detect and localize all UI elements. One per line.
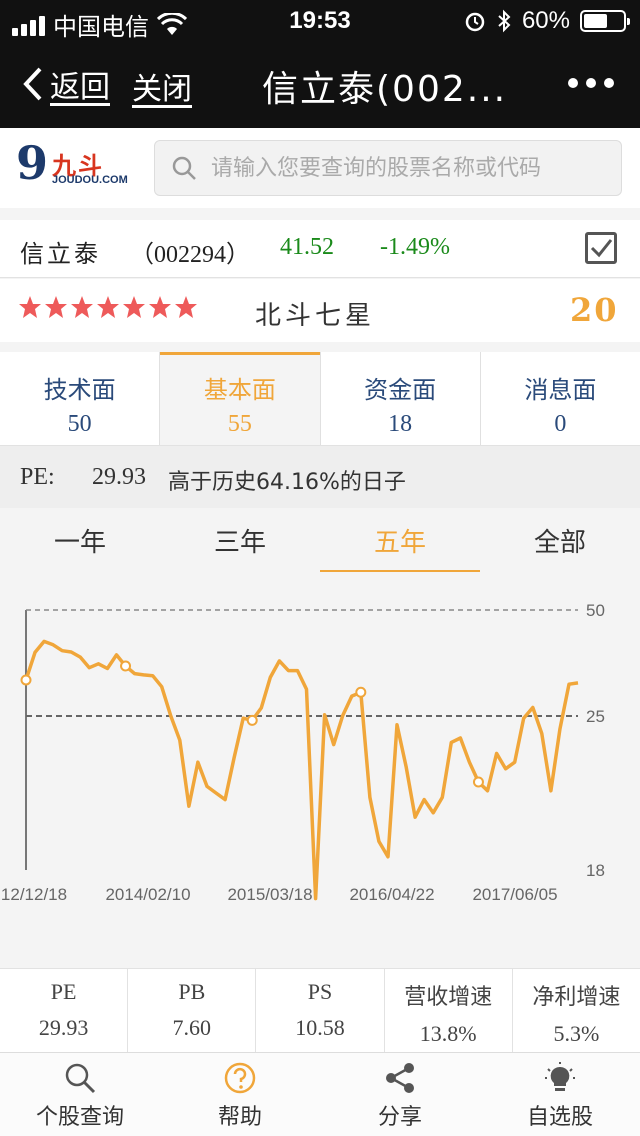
tab-help[interactable]: 帮助 bbox=[160, 1053, 320, 1136]
pe-chart-svg: 50 25 18 12/12/18 2014/02/10 2015/03/18 2016/0… bbox=[1, 601, 605, 904]
stock-code: （002294） bbox=[130, 242, 250, 268]
star-icon bbox=[71, 296, 93, 318]
back-button[interactable]: 返回 bbox=[22, 62, 110, 106]
y-tick-label: 25 bbox=[586, 707, 605, 726]
bluetooth-icon bbox=[498, 9, 511, 33]
alarm-icon bbox=[465, 12, 485, 32]
metric-profit-growth: 净利增速 5.3% bbox=[532, 985, 621, 1046]
metric-revenue-growth: 营收增速 13.8% bbox=[385, 969, 513, 1052]
search-input[interactable] bbox=[211, 155, 611, 181]
series-marker bbox=[472, 776, 484, 788]
metrics-row: PE 29.93 PB 7.60 PS 10.58 营收增速 13.8% 净利增… bbox=[0, 968, 640, 1052]
tab-all[interactable]: 全部 bbox=[480, 508, 640, 572]
metric-pe: PE 29.93 bbox=[0, 969, 129, 1052]
back-label: 返回 bbox=[50, 70, 110, 105]
page-title: 信立泰(002... bbox=[262, 69, 508, 110]
chevron-left-icon bbox=[23, 67, 42, 101]
close-button[interactable]: 关闭 bbox=[132, 64, 192, 108]
battery-label: 60% bbox=[521, 7, 570, 34]
star-icon bbox=[175, 296, 197, 318]
series-marker bbox=[20, 674, 32, 686]
share-icon bbox=[386, 1063, 414, 1093]
pe-chart: 50 25 18 12/12/18 2014/02/10 2015/03/18 2016/0… bbox=[0, 572, 640, 968]
tab-3-year[interactable]: 三年 bbox=[160, 508, 320, 572]
tab-capital[interactable]: 资金面 18 bbox=[321, 352, 481, 445]
score-tabs: 技术面 50 基本面 55 资金面 18 消息面 0 bbox=[0, 352, 640, 446]
tab-stock-search[interactable]: 个股查询 bbox=[0, 1053, 160, 1136]
rating-label: 北斗七星 bbox=[255, 301, 376, 331]
stock-change: -1.49% bbox=[380, 234, 450, 260]
star-icon bbox=[97, 296, 119, 318]
tab-technical[interactable]: 技术面 50 bbox=[0, 352, 161, 445]
search-box[interactable] bbox=[154, 140, 622, 196]
lightbulb-icon bbox=[545, 1062, 575, 1091]
pe-info-label: PE: bbox=[20, 464, 55, 490]
status-bar: 中国电信 19:53 60% bbox=[0, 0, 640, 41]
series-marker bbox=[355, 686, 367, 698]
pe-series-line bbox=[24, 639, 579, 901]
tab-watchlist[interactable]: 自选股 bbox=[480, 1053, 640, 1136]
stock-price: 41.52 bbox=[280, 234, 334, 260]
more-button[interactable] bbox=[568, 78, 614, 88]
period-tabs: 一年 三年 五年 全部 bbox=[0, 508, 640, 572]
tab-news[interactable]: 消息面 0 bbox=[481, 352, 640, 445]
x-tick-label: 2015/03/18 bbox=[227, 885, 312, 904]
x-tick-label: 2014/02/10 bbox=[105, 885, 190, 904]
rating-row: 北斗七星 20 bbox=[0, 279, 640, 342]
y-tick-label: 50 bbox=[586, 601, 605, 620]
y-tick-label: 18 bbox=[586, 861, 605, 880]
pe-info-value: 29.93 bbox=[92, 464, 146, 490]
status-right: 60% bbox=[464, 7, 630, 35]
series-marker bbox=[120, 660, 132, 672]
stock-name: 信立泰 bbox=[20, 240, 101, 268]
tab-share[interactable]: 分享 bbox=[320, 1053, 480, 1136]
metric-pb: PB 7.60 bbox=[128, 969, 257, 1052]
star-icon bbox=[19, 296, 41, 318]
check-icon bbox=[590, 239, 613, 258]
bottom-tab-bar: 个股查询 帮助 分享 自选股 bbox=[0, 1052, 640, 1136]
star-icon bbox=[45, 296, 67, 318]
battery-icon bbox=[580, 10, 630, 32]
search-icon bbox=[65, 1063, 96, 1094]
rating-score: 20 bbox=[570, 291, 619, 329]
stock-row: 信立泰 （002294） 41.52 -1.49% bbox=[0, 220, 640, 278]
x-tick-label: 12/12/18 bbox=[1, 885, 67, 904]
star-icon bbox=[123, 296, 145, 318]
pe-info-description: 高于历史64.16%的日子 bbox=[168, 470, 406, 495]
search-icon bbox=[172, 156, 196, 180]
x-tick-label: 2016/04/22 bbox=[349, 885, 434, 904]
metric-ps: PS 10.58 bbox=[256, 969, 385, 1052]
tab-fundamental[interactable]: 基本面 55 bbox=[160, 352, 321, 445]
star-rating bbox=[18, 295, 198, 319]
joudou-logo: 9 九斗 JOUDOU.COM bbox=[16, 136, 128, 190]
star-icon bbox=[149, 296, 171, 318]
search-row: 9 九斗 JOUDOU.COM bbox=[0, 128, 640, 208]
help-icon bbox=[224, 1062, 256, 1094]
series-marker bbox=[246, 714, 258, 726]
x-tick-label: 2017/06/05 bbox=[472, 885, 557, 904]
tab-5-year[interactable]: 五年 bbox=[320, 508, 480, 572]
tab-1-year[interactable]: 一年 bbox=[0, 508, 160, 572]
nav-bar: 返回 关闭 信立泰(002... bbox=[0, 40, 640, 128]
pe-info: PE: 29.93 高于历史64.16%的日子 bbox=[0, 446, 640, 508]
watchlist-checkbox[interactable] bbox=[585, 232, 617, 264]
